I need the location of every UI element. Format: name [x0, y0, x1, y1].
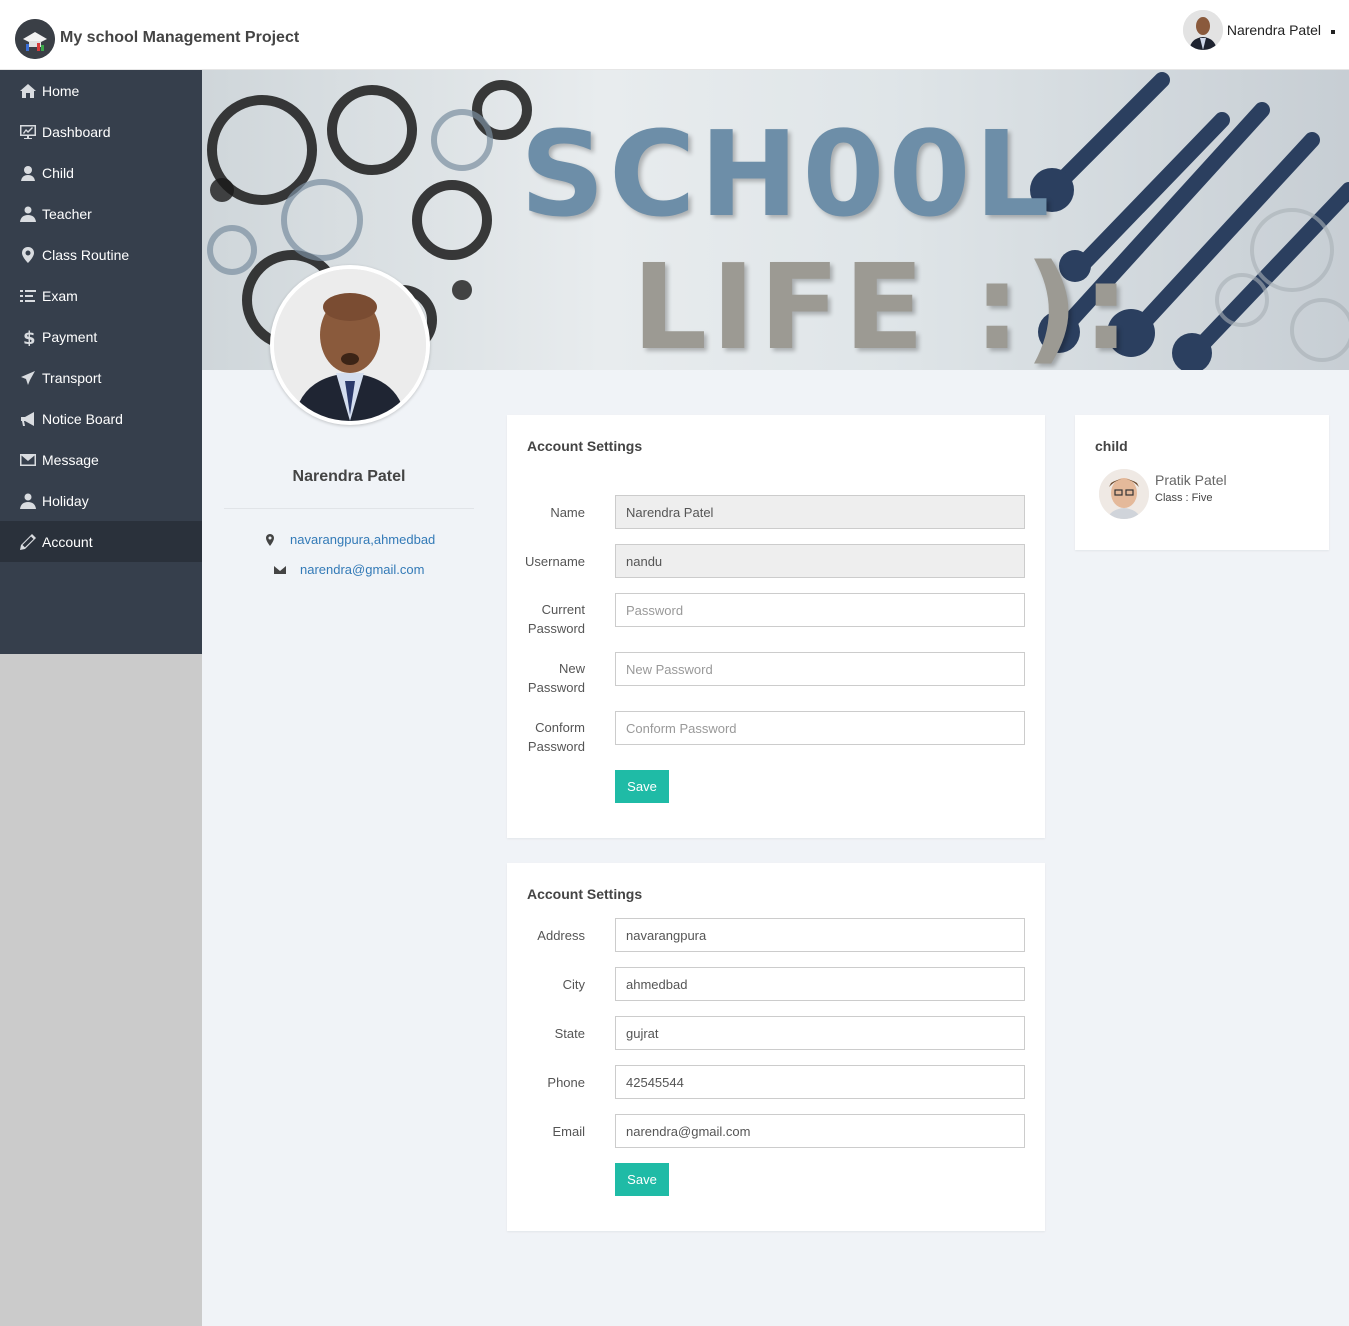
current-password-label: Current Password	[507, 600, 585, 638]
name-field[interactable]	[615, 495, 1025, 529]
card-title: child	[1095, 438, 1128, 454]
new-password-label: New Password	[507, 659, 585, 697]
username-label: Username	[525, 554, 585, 569]
save-contact-button[interactable]: Save	[615, 1163, 669, 1196]
sidebar-item-label: Teacher	[42, 205, 92, 222]
sidebar-item-label: Transport	[42, 369, 102, 386]
main-content: SCH00L LIFE :): Narendra Patel navarangp…	[202, 70, 1349, 1326]
sidebar-item-home[interactable]: Home	[0, 70, 202, 111]
sidebar-item-notice-board[interactable]: Notice Board	[0, 398, 202, 439]
child-avatar[interactable]	[1099, 469, 1149, 519]
sidebar-item-account[interactable]: Account	[0, 521, 202, 562]
teacher-icon	[18, 205, 38, 223]
email-label: Email	[552, 1124, 585, 1139]
city-label: City	[562, 977, 585, 992]
sidebar-item-dashboard[interactable]: Dashboard	[0, 111, 202, 152]
list-icon	[18, 287, 38, 305]
user-name: Narendra Patel	[1226, 22, 1321, 38]
school-logo-icon[interactable]	[15, 19, 55, 59]
sidebar-item-label: Home	[42, 82, 80, 99]
sidebar-item-label: Account	[42, 533, 93, 550]
user-avatar	[1182, 10, 1223, 50]
sidebar-item-label: Dashboard	[42, 123, 111, 140]
name-label: Name	[550, 505, 585, 520]
save-password-button[interactable]: Save	[615, 770, 669, 803]
confirm-password-label: Conform Password	[507, 718, 585, 756]
map-marker-icon	[266, 533, 274, 546]
profile-name: Narendra Patel	[292, 468, 406, 485]
sidebar-item-teacher[interactable]: Teacher	[0, 193, 202, 234]
app-title: My school Management Project	[60, 29, 300, 46]
top-bar: My school Management Project Narendra Pa…	[0, 0, 1349, 70]
profile-email: narendra@gmail.com	[300, 562, 425, 577]
current-password-field[interactable]	[615, 593, 1025, 627]
bullhorn-icon	[18, 410, 38, 428]
state-field[interactable]	[615, 1016, 1025, 1050]
profile-address: navarangpura,ahmedbad	[290, 532, 436, 547]
label-line: Password	[527, 621, 585, 636]
sidebar-item-label: Payment	[42, 328, 98, 345]
confirm-password-field[interactable]	[615, 711, 1025, 745]
address-field[interactable]	[615, 918, 1025, 952]
user-menu[interactable]: Narendra Patel	[1182, 9, 1335, 51]
user-icon	[18, 492, 38, 510]
profile-email-link[interactable]: narendra@gmail.com	[274, 562, 424, 577]
child-icon	[18, 164, 38, 182]
child-name[interactable]: Pratik Patel	[1155, 472, 1227, 488]
label-line: Password	[527, 739, 585, 754]
divider	[224, 508, 474, 509]
child-card: child Pratik Patel Class : Five	[1075, 415, 1329, 550]
sidebar-item-class-routine[interactable]: Class Routine	[0, 234, 202, 275]
caret-down-icon	[1331, 30, 1335, 34]
state-label: State	[554, 1026, 585, 1041]
email-field[interactable]	[615, 1114, 1025, 1148]
child-class: Class : Five	[1155, 492, 1213, 504]
sidebar-item-label: Notice Board	[42, 410, 123, 427]
plane-icon	[18, 369, 38, 387]
label-line: Password	[527, 680, 585, 695]
sidebar-item-label: Exam	[42, 287, 78, 304]
phone-field[interactable]	[615, 1065, 1025, 1099]
sidebar-item-label: Child	[42, 164, 74, 181]
envelope-icon	[274, 565, 286, 574]
username-field[interactable]	[615, 544, 1025, 578]
sidebar-item-holiday[interactable]: Holiday	[0, 480, 202, 521]
city-field[interactable]	[615, 967, 1025, 1001]
sidebar-item-label: Holiday	[42, 492, 89, 509]
sidebar-item-label: Message	[42, 451, 99, 468]
sidebar-item-child[interactable]: Child	[0, 152, 202, 193]
card-title: Account Settings	[527, 438, 643, 454]
banner-line-2: LIFE :):	[632, 238, 1134, 370]
label-line: Conform	[535, 720, 585, 735]
home-icon	[18, 82, 38, 100]
dashboard-icon	[18, 123, 38, 141]
banner-line-1: SCH00L	[520, 105, 1054, 243]
address-label: Address	[537, 928, 585, 943]
contact-settings-card: Account Settings Address City State Phon…	[507, 863, 1045, 1231]
svg-text:$: $	[23, 328, 36, 346]
profile-avatar[interactable]	[270, 265, 430, 425]
card-title: Account Settings	[527, 886, 643, 902]
new-password-field[interactable]	[615, 652, 1025, 686]
sidebar-item-transport[interactable]: Transport	[0, 357, 202, 398]
sidebar-item-label: Class Routine	[42, 246, 130, 263]
phone-label: Phone	[547, 1075, 585, 1090]
sidebar-item-message[interactable]: Message	[0, 439, 202, 480]
sidebar-item-exam[interactable]: Exam	[0, 275, 202, 316]
account-settings-card: Account Settings Name Username Current P…	[507, 415, 1045, 838]
envelope-icon	[18, 451, 38, 469]
pencil-icon	[18, 533, 38, 551]
label-line: New	[558, 661, 585, 676]
label-line: Current	[541, 602, 585, 617]
sidebar: Home Dashboard Child Teacher Class Routi…	[0, 70, 202, 654]
dollar-icon: $	[18, 328, 38, 346]
sidebar-item-payment[interactable]: $ Payment	[0, 316, 202, 357]
map-marker-icon	[18, 246, 38, 264]
profile-address-link[interactable]: navarangpura,ahmedbad	[264, 532, 435, 547]
